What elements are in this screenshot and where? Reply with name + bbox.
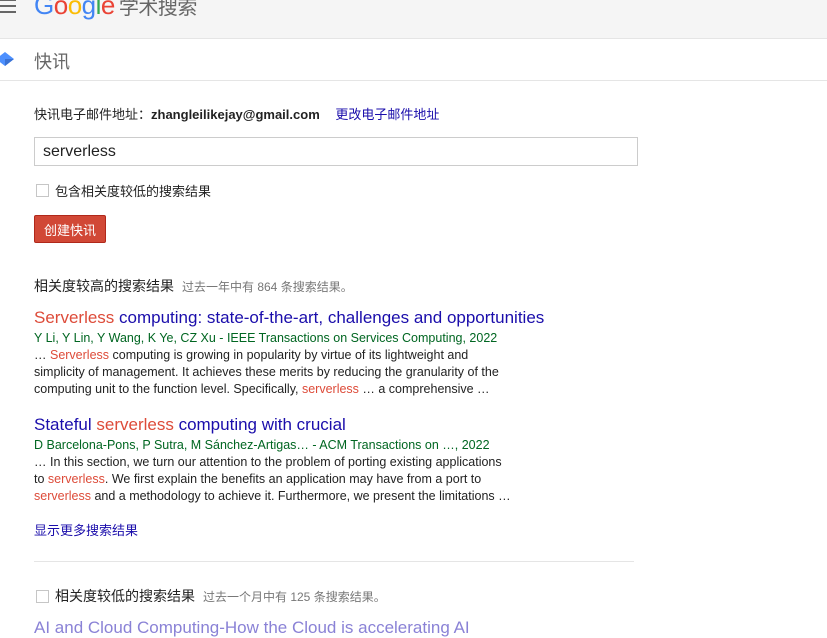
alert-query-input[interactable] (34, 137, 638, 166)
result-meta: D Barcelona-Pons, P Sutra, M Sánchez-Art… (34, 438, 490, 452)
page-title: 快讯 (34, 52, 70, 72)
include-low-relevance-label: 包含相关度较低的搜索结果 (55, 184, 212, 199)
logo-suffix: 学术搜索 (118, 0, 198, 19)
alert-icon (0, 52, 14, 66)
top-bar: Google 学术搜索 (0, 0, 827, 39)
change-email-link[interactable]: 更改电子邮件地址 (335, 107, 439, 122)
result-title[interactable]: Serverless computing: state-of-the-art, … (34, 308, 544, 328)
high-relevance-count: 过去一年中有 864 条搜索结果。 (182, 280, 353, 294)
result-meta: Y Li, Y Lin, Y Wang, K Ye, CZ Xu - IEEE … (34, 331, 498, 345)
menu-icon[interactable] (0, 0, 18, 14)
include-low-relevance-checkbox[interactable] (36, 184, 49, 197)
low-relevance-checkbox[interactable] (36, 590, 49, 603)
show-more-results-link[interactable]: 显示更多搜索结果 (34, 520, 138, 539)
result-snippet: … Serverless computing is growing in pop… (34, 348, 499, 396)
high-relevance-heading: 相关度较高的搜索结果 过去一年中有 864 条搜索结果。 (34, 278, 353, 294)
divider (34, 561, 634, 562)
low-relevance-heading: 相关度较低的搜索结果 过去一个月中有 125 条搜索结果。 (55, 588, 386, 604)
email-row: 快讯电子邮件地址：zhangleilikejay@gmail.com 更改电子邮… (34, 104, 439, 123)
result-item: Serverless computing: state-of-the-art, … (34, 308, 544, 398)
result-item: Stateful serverless computing with cruci… (34, 415, 534, 505)
create-alert-button[interactable]: 创建快讯 (34, 215, 106, 243)
result-title[interactable]: Stateful serverless computing with cruci… (34, 415, 534, 435)
alerts-header: 快讯 (0, 39, 827, 81)
email-label: 快讯电子邮件地址： (34, 107, 152, 122)
low-result-title[interactable]: AI and Cloud Computing-How the Cloud is … (34, 618, 470, 638)
email-address: zhangleilikejay@gmail.com (151, 107, 320, 122)
result-snippet: … In this section, we turn our attention… (34, 455, 511, 503)
low-relevance-count: 过去一个月中有 125 条搜索结果。 (203, 590, 386, 604)
google-scholar-logo[interactable]: Google 学术搜索 (34, 0, 197, 21)
